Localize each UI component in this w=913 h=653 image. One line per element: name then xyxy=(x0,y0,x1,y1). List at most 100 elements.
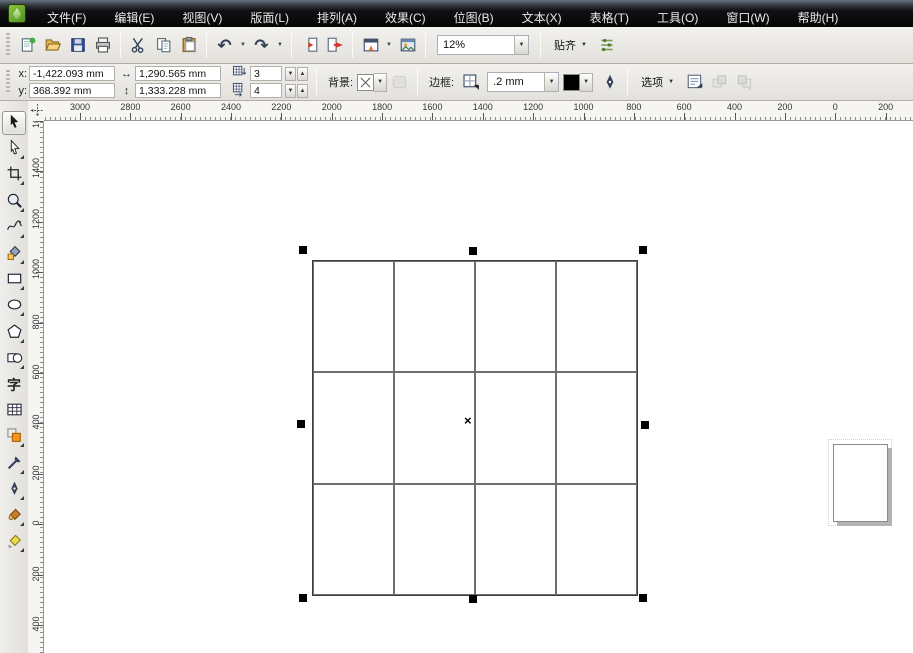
table-cell[interactable] xyxy=(313,261,394,373)
menu-item-tools[interactable]: 工具(O) xyxy=(646,7,709,28)
options-button[interactable] xyxy=(595,33,620,58)
save-button[interactable] xyxy=(65,33,90,58)
table-cell[interactable] xyxy=(475,372,556,484)
crop-tool[interactable] xyxy=(2,163,26,187)
selection-handle[interactable] xyxy=(641,421,649,429)
ruler-origin-icon[interactable] xyxy=(30,103,45,121)
table-cell[interactable] xyxy=(556,483,637,595)
fill-tool[interactable] xyxy=(2,504,26,528)
undo-button[interactable]: ↶ xyxy=(212,33,237,58)
menu-item-file[interactable]: 文件(F) xyxy=(36,7,97,28)
selection-handle[interactable] xyxy=(299,594,307,602)
selection-handle[interactable] xyxy=(639,594,647,602)
welcome-screen-button[interactable] xyxy=(395,33,420,58)
table-cell[interactable] xyxy=(556,372,637,484)
menu-item-edit[interactable]: 编辑(E) xyxy=(103,7,165,28)
spin-down-icon[interactable]: ▼ xyxy=(285,83,296,98)
columns-spinner[interactable]: ▼ ▲ xyxy=(284,83,308,98)
table-cell[interactable] xyxy=(313,483,394,595)
text-tool[interactable]: 字 xyxy=(2,373,26,397)
table-object[interactable] xyxy=(312,260,638,596)
ellipse-tool[interactable] xyxy=(2,294,26,318)
freehand-tool[interactable] xyxy=(2,216,26,240)
copy-button[interactable] xyxy=(151,33,176,58)
zoom-level-combo[interactable]: 12% ▼ xyxy=(437,35,529,55)
table-cell[interactable] xyxy=(394,261,475,373)
object-width-field[interactable]: 1,290.565 mm xyxy=(135,66,221,81)
background-fill-picker[interactable]: ▼ xyxy=(357,72,388,92)
table-cell[interactable] xyxy=(313,372,394,484)
toolbar-grip[interactable] xyxy=(6,70,10,94)
import-button[interactable] xyxy=(297,33,322,58)
border-selector-button[interactable] xyxy=(458,70,483,95)
outline-pen-button[interactable] xyxy=(597,70,622,95)
x-position-field[interactable]: -1,422.093 mm xyxy=(29,66,115,81)
eyedropper-tool[interactable] xyxy=(2,452,26,476)
outline-width-combo[interactable]: .2 mm ▼ xyxy=(487,72,560,92)
snap-to-button[interactable]: 贴齐 ▼ xyxy=(546,34,595,56)
menu-item-help[interactable]: 帮助(H) xyxy=(787,7,850,28)
table-options-button[interactable]: 选项 ▼ xyxy=(633,71,682,93)
chevron-down-icon[interactable]: ▼ xyxy=(374,72,388,92)
menu-item-window[interactable]: 窗口(W) xyxy=(715,7,780,28)
outline-pen-tool[interactable] xyxy=(2,478,26,502)
chevron-down-icon[interactable]: ▼ xyxy=(544,73,559,91)
open-button[interactable] xyxy=(40,33,65,58)
vertical-ruler[interactable]: 1600 1400 1200 1000 800 600 400 200 0 200 400 xyxy=(28,121,44,653)
chevron-down-icon[interactable]: ▼ xyxy=(514,36,528,54)
toolbar-grip[interactable] xyxy=(6,33,10,57)
text-wrap-button[interactable] xyxy=(682,70,707,95)
object-height-field[interactable]: 1,333.228 mm xyxy=(135,83,221,98)
print-button[interactable] xyxy=(90,33,115,58)
launcher-dropdown[interactable]: ▼ xyxy=(383,33,395,58)
y-position-field[interactable]: 368.392 mm xyxy=(29,83,115,98)
table-cell[interactable] xyxy=(475,261,556,373)
shape-tool[interactable] xyxy=(2,137,26,161)
zoom-tool[interactable] xyxy=(2,190,26,214)
chevron-down-icon[interactable]: ▼ xyxy=(580,72,594,92)
table-tool[interactable] xyxy=(2,399,26,423)
table-cell[interactable] xyxy=(475,483,556,595)
horizontal-ruler[interactable]: 3000 2800 2600 2400 2200 2000 1800 1600 1400 1200… xyxy=(44,101,913,121)
table-columns-field[interactable]: 4 xyxy=(250,83,282,98)
redo-dropdown[interactable]: ▼ xyxy=(274,33,286,58)
menu-item-bitmaps[interactable]: 位图(B) xyxy=(443,7,505,28)
cut-button[interactable] xyxy=(126,33,151,58)
interactive-fill-tool[interactable] xyxy=(2,530,26,554)
selection-handle[interactable] xyxy=(469,247,477,255)
spin-up-icon[interactable]: ▲ xyxy=(297,66,308,81)
selection-handle[interactable] xyxy=(639,246,647,254)
redo-button[interactable]: ↷ xyxy=(249,33,274,58)
spin-up-icon[interactable]: ▲ xyxy=(297,83,308,98)
menu-item-table[interactable]: 表格(T) xyxy=(579,7,640,28)
menu-item-layout[interactable]: 版面(L) xyxy=(239,7,300,28)
menu-item-text[interactable]: 文本(X) xyxy=(511,7,573,28)
outline-color-swatch[interactable] xyxy=(563,73,581,91)
smart-fill-tool[interactable] xyxy=(2,242,26,266)
selection-handle[interactable] xyxy=(297,420,305,428)
pick-tool[interactable] xyxy=(2,111,26,135)
paste-button[interactable] xyxy=(176,33,201,58)
undo-dropdown[interactable]: ▼ xyxy=(237,33,249,58)
export-button[interactable] xyxy=(322,33,347,58)
menu-item-effects[interactable]: 效果(C) xyxy=(374,7,437,28)
application-launcher-button[interactable] xyxy=(358,33,383,58)
table-cell[interactable] xyxy=(394,483,475,595)
drawing-canvas[interactable]: × xyxy=(44,121,913,653)
selection-handle[interactable] xyxy=(469,595,477,603)
menu-item-view[interactable]: 视图(V) xyxy=(171,7,233,28)
basic-shapes-tool[interactable] xyxy=(2,347,26,371)
blend-tool[interactable] xyxy=(2,425,26,449)
app-logo-icon[interactable] xyxy=(8,4,26,23)
rows-spinner[interactable]: ▼ ▲ xyxy=(284,66,308,81)
outline-color-picker[interactable]: ▼ xyxy=(563,72,594,92)
table-cell[interactable] xyxy=(394,372,475,484)
menu-item-arrange[interactable]: 排列(A) xyxy=(306,7,368,28)
table-cell[interactable] xyxy=(556,261,637,373)
rectangle-tool[interactable] xyxy=(2,268,26,292)
spin-down-icon[interactable]: ▼ xyxy=(285,66,296,81)
table-rows-field[interactable]: 3 xyxy=(250,66,282,81)
polygon-tool[interactable] xyxy=(2,321,26,345)
selection-handle[interactable] xyxy=(299,246,307,254)
new-document-button[interactable] xyxy=(15,33,40,58)
